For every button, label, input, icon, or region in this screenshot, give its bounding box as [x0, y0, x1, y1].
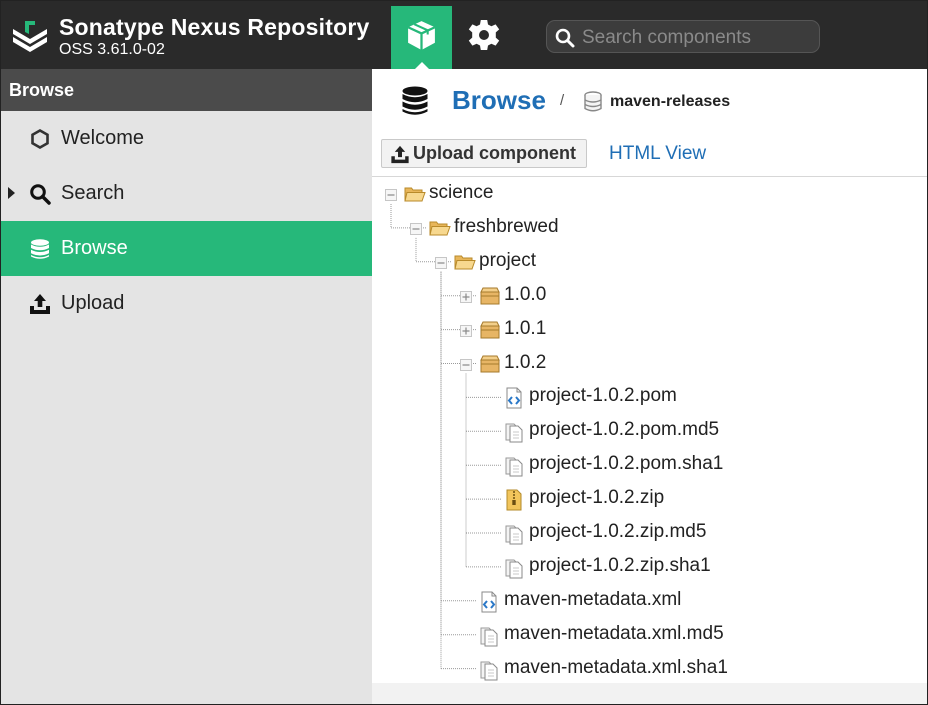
app-window: Sonatype Nexus Repository OSS 3.61.0-02 — [0, 0, 928, 705]
sidebar-item-browse[interactable]: Browse — [1, 221, 372, 276]
sidebar-item-label: Browse — [61, 237, 128, 259]
breadcrumb-separator: / — [560, 92, 565, 109]
xml-file-icon — [504, 387, 524, 414]
tree-node-label: freshbrewed — [454, 215, 559, 237]
component-tree: science freshbrewed project 1.0.0 1.0.1 1.0.2… — [372, 177, 927, 683]
tree-node-label: 1.0.2 — [504, 351, 547, 373]
browse-mode-button[interactable] — [391, 6, 452, 69]
search-icon — [555, 28, 575, 48]
sidebar-item-label: Search — [61, 182, 125, 204]
sidebar-item-label: Upload — [61, 292, 125, 314]
zip-file-icon — [504, 489, 524, 516]
file-icon — [479, 625, 499, 652]
search-icon — [30, 184, 51, 205]
sidebar-item-label: Welcome — [61, 127, 144, 149]
upload-icon — [30, 294, 50, 314]
tree-node-label: science — [429, 182, 494, 203]
tree-node-label: project-1.0.2.zip.sha1 — [529, 554, 711, 576]
sidebar-item-upload[interactable]: Upload — [1, 276, 372, 331]
breadcrumb-repository[interactable]: maven-releases — [610, 93, 730, 111]
file-icon — [504, 455, 524, 482]
tree-node-label: project — [479, 249, 537, 271]
sidebar-item-welcome[interactable]: Welcome — [1, 111, 372, 166]
tree-node-label: project-1.0.2.pom — [529, 385, 677, 407]
expand-plus-icon[interactable] — [460, 290, 472, 303]
file-icon — [504, 557, 524, 584]
sidebar-header: Browse — [1, 69, 372, 111]
collapse-minus-icon[interactable] — [435, 256, 447, 269]
upload-component-button[interactable]: Upload component — [381, 139, 587, 168]
tree-node-label: project-1.0.2.zip.md5 — [529, 521, 707, 542]
tree-node-label: maven-metadata.xml.sha1 — [504, 656, 728, 678]
html-view-link[interactable]: HTML View — [609, 143, 706, 165]
footer-strip — [372, 683, 927, 704]
expand-plus-icon[interactable] — [460, 324, 472, 337]
top-bar: Sonatype Nexus Repository OSS 3.61.0-02 — [1, 1, 927, 69]
tree-node-label: 1.0.1 — [504, 317, 547, 339]
folder-open-icon — [429, 218, 451, 243]
file-icon — [479, 659, 499, 686]
collapse-minus-icon[interactable] — [460, 358, 472, 371]
search-input[interactable] — [580, 24, 816, 51]
file-icon — [504, 523, 524, 550]
database-icon — [31, 239, 49, 259]
collapse-minus-icon[interactable] — [385, 188, 397, 201]
folder-open-icon — [454, 252, 476, 277]
tree-node-label: project-1.0.2.pom.md5 — [529, 419, 720, 441]
hexagon-icon — [31, 129, 49, 149]
database-icon — [402, 86, 428, 115]
xml-file-icon — [479, 591, 499, 618]
cube-icon — [407, 21, 436, 50]
tree-node-label: project-1.0.2.pom.sha1 — [529, 453, 724, 475]
upload-component-label: Upload component — [413, 143, 576, 163]
gear-icon[interactable] — [464, 15, 504, 55]
sidebar: Browse Welcome Search Browse Upload — [1, 69, 372, 704]
file-icon — [504, 421, 524, 448]
package-icon — [479, 320, 501, 345]
upload-icon — [391, 145, 409, 164]
nexus-logo-icon — [13, 21, 47, 52]
search-box[interactable] — [546, 20, 820, 53]
sidebar-item-search[interactable]: Search — [1, 166, 372, 221]
expand-arrow-icon[interactable] — [8, 187, 15, 199]
app-version: OSS 3.61.0-02 — [59, 41, 165, 58]
repository-database-icon — [584, 91, 602, 112]
tree-node-label: maven-metadata.xml.md5 — [504, 622, 724, 644]
collapse-minus-icon[interactable] — [410, 222, 422, 235]
tree-node-label: project-1.0.2.zip — [529, 487, 665, 509]
package-icon — [479, 354, 501, 379]
app-title: Sonatype Nexus Repository — [59, 14, 370, 40]
main-panel: Browse / maven-releases Upload component… — [372, 69, 927, 704]
folder-open-icon — [404, 184, 426, 209]
tree-node-label: maven-metadata.xml — [504, 588, 682, 610]
page-title: Browse — [452, 85, 546, 115]
package-icon — [479, 286, 501, 311]
active-caret — [415, 62, 429, 69]
tree-node-label: 1.0.0 — [504, 283, 547, 305]
